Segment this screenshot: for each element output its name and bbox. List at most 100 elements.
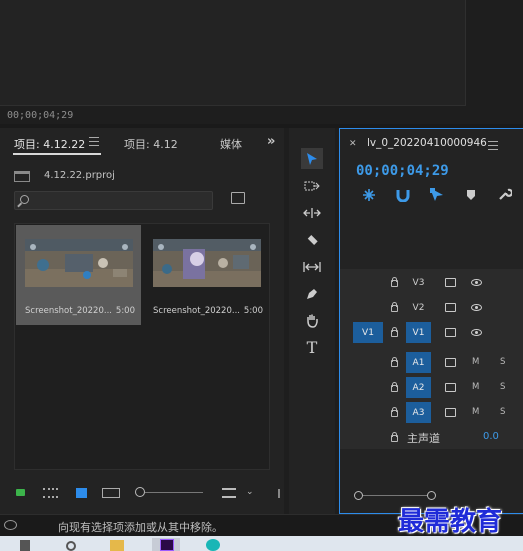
lock-icon[interactable] [391, 327, 398, 337]
clip-thumbnail [25, 239, 133, 287]
timeline-panel: ✕ lv_0_20220410000946 00;00;04;29 V3 V2 [339, 128, 523, 514]
eye-icon[interactable] [471, 329, 482, 336]
zoom-slider-track[interactable] [145, 492, 203, 493]
taskbar-premiere-icon[interactable] [160, 539, 174, 551]
taskbar-app-icon[interactable] [206, 539, 220, 551]
active-tab-underline [13, 153, 101, 155]
track-label-v3[interactable]: V3 [406, 272, 431, 293]
track-label-a1[interactable]: A1 [406, 352, 431, 373]
tab-project-4-12[interactable]: 项目: 4.12 [124, 136, 178, 152]
track-row-master: 主声道 0.0 [340, 426, 523, 450]
linked-selection-icon[interactable] [429, 187, 444, 205]
taskbar-folder-icon[interactable] [110, 540, 124, 551]
freeform-view-icon[interactable] [102, 488, 120, 498]
list-view-icon[interactable] [43, 488, 58, 498]
time-ruler[interactable] [340, 209, 523, 269]
solo-button[interactable]: S [500, 382, 505, 392]
mute-button[interactable]: M [472, 357, 479, 367]
solo-button[interactable]: S [500, 357, 505, 367]
status-cloud-icon [4, 520, 17, 530]
mute-button[interactable]: M [472, 382, 479, 392]
tab-media[interactable]: 媒体 [220, 136, 245, 152]
sync-lock-film-icon[interactable] [445, 303, 456, 312]
watermark-logo: 最需教育 [398, 507, 503, 537]
ripple-edit-tool-icon[interactable] [301, 202, 323, 223]
selection-tool-icon[interactable] [301, 148, 323, 169]
solo-button[interactable]: S [500, 407, 505, 417]
zoom-slider-handle[interactable] [135, 487, 145, 497]
clip-item[interactable]: Screenshot_20220... 5:00 [16, 225, 141, 325]
write-lock-icon[interactable] [16, 489, 25, 496]
scrollbar-right-handle[interactable] [427, 491, 436, 500]
track-row-a1: A1 M S [340, 351, 523, 375]
project-file-name: 4.12.22.prproj [44, 170, 115, 181]
track-select-tool-icon[interactable] [301, 175, 323, 196]
tab-project-4-12-22[interactable]: 项目: 4.12.22 [14, 136, 85, 152]
eye-icon[interactable] [471, 304, 482, 311]
sync-lock-film-icon[interactable] [445, 278, 456, 287]
scrollbar-left-handle[interactable] [354, 491, 363, 500]
eye-icon[interactable] [471, 279, 482, 286]
timeline-timecode[interactable]: 00;00;04;29 [356, 163, 449, 179]
track-label-v2[interactable]: V2 [406, 297, 431, 318]
track-row-a3: A3 M S [340, 401, 523, 425]
clip-duration: 5:00 [115, 306, 135, 316]
snap-nest-icon[interactable] [362, 188, 376, 205]
track-row-v1: V1 V1 [340, 321, 523, 345]
clip-name: Screenshot_20220... [25, 306, 112, 316]
track-row-v2: V2 [340, 296, 523, 320]
clip-name: Screenshot_20220... [153, 306, 240, 316]
track-row-a2: A2 M S [340, 376, 523, 400]
taskbar-search-icon[interactable] [66, 541, 76, 551]
source-monitor-viewer[interactable] [0, 0, 466, 106]
close-icon[interactable]: ✕ [349, 139, 357, 149]
track-label-a2[interactable]: A2 [406, 377, 431, 398]
chevron-down-icon[interactable]: ⌄ [246, 487, 254, 497]
lock-icon[interactable] [391, 407, 398, 417]
snap-magnet-icon[interactable] [396, 188, 410, 205]
razor-tool-icon[interactable] [301, 229, 323, 250]
source-timecode: 00;00;04;29 [7, 110, 74, 121]
sync-lock-film-icon[interactable] [445, 383, 456, 392]
pen-tool-icon[interactable] [301, 283, 323, 304]
master-volume-value[interactable]: 0.0 [483, 431, 499, 442]
project-panel: 项目: 4.12.22 项目: 4.12 媒体 » 4.12.22.prproj [0, 128, 284, 514]
project-bottom-toolbar: ⌄ [0, 483, 284, 505]
lock-icon[interactable] [391, 277, 398, 287]
sort-icon[interactable] [222, 488, 236, 498]
lock-icon[interactable] [391, 432, 398, 442]
track-row-v3: V3 [340, 271, 523, 295]
add-marker-icon[interactable] [467, 190, 475, 203]
mute-button[interactable]: M [472, 407, 479, 417]
sequence-tab-title[interactable]: lv_0_20220410000946 [367, 137, 487, 149]
clip-thumbnail [153, 239, 261, 287]
track-label-a3[interactable]: A3 [406, 402, 431, 423]
type-tool-icon[interactable]: T [301, 337, 323, 358]
sync-lock-film-icon[interactable] [445, 328, 456, 337]
lock-icon[interactable] [391, 302, 398, 312]
taskbar-app-icon[interactable] [20, 540, 30, 551]
clip-duration: 5:00 [243, 306, 263, 316]
master-track-label: 主声道 [407, 432, 440, 445]
icon-view-icon[interactable] [76, 488, 87, 498]
wrench-settings-icon[interactable] [498, 187, 514, 204]
track-headers: V3 V2 V1 V1 A1 M S A2 M S A3 M S 主声道 0.0 [340, 269, 523, 449]
os-taskbar [0, 536, 523, 551]
search-input[interactable] [14, 191, 213, 210]
track-label-v1[interactable]: V1 [406, 322, 431, 343]
sync-lock-film-icon[interactable] [445, 358, 456, 367]
bin-icon-view: Screenshot_20220... 5:00 Screenshot_2022… [14, 223, 270, 470]
source-patch-v1[interactable]: V1 [353, 322, 383, 343]
tab-menu-icon[interactable] [89, 137, 99, 149]
tab-menu-icon[interactable] [488, 141, 498, 153]
panel-overflow-icon[interactable]: » [267, 134, 275, 149]
clip-item[interactable]: Screenshot_20220... 5:00 [144, 225, 269, 325]
lock-icon[interactable] [391, 382, 398, 392]
slip-tool-icon[interactable] [301, 256, 323, 277]
lock-icon[interactable] [391, 357, 398, 367]
hand-tool-icon[interactable] [301, 310, 323, 331]
new-bin-search-icon[interactable] [231, 192, 245, 204]
scrollbar-track[interactable] [363, 495, 427, 496]
search-icon [20, 195, 29, 204]
sync-lock-film-icon[interactable] [445, 408, 456, 417]
